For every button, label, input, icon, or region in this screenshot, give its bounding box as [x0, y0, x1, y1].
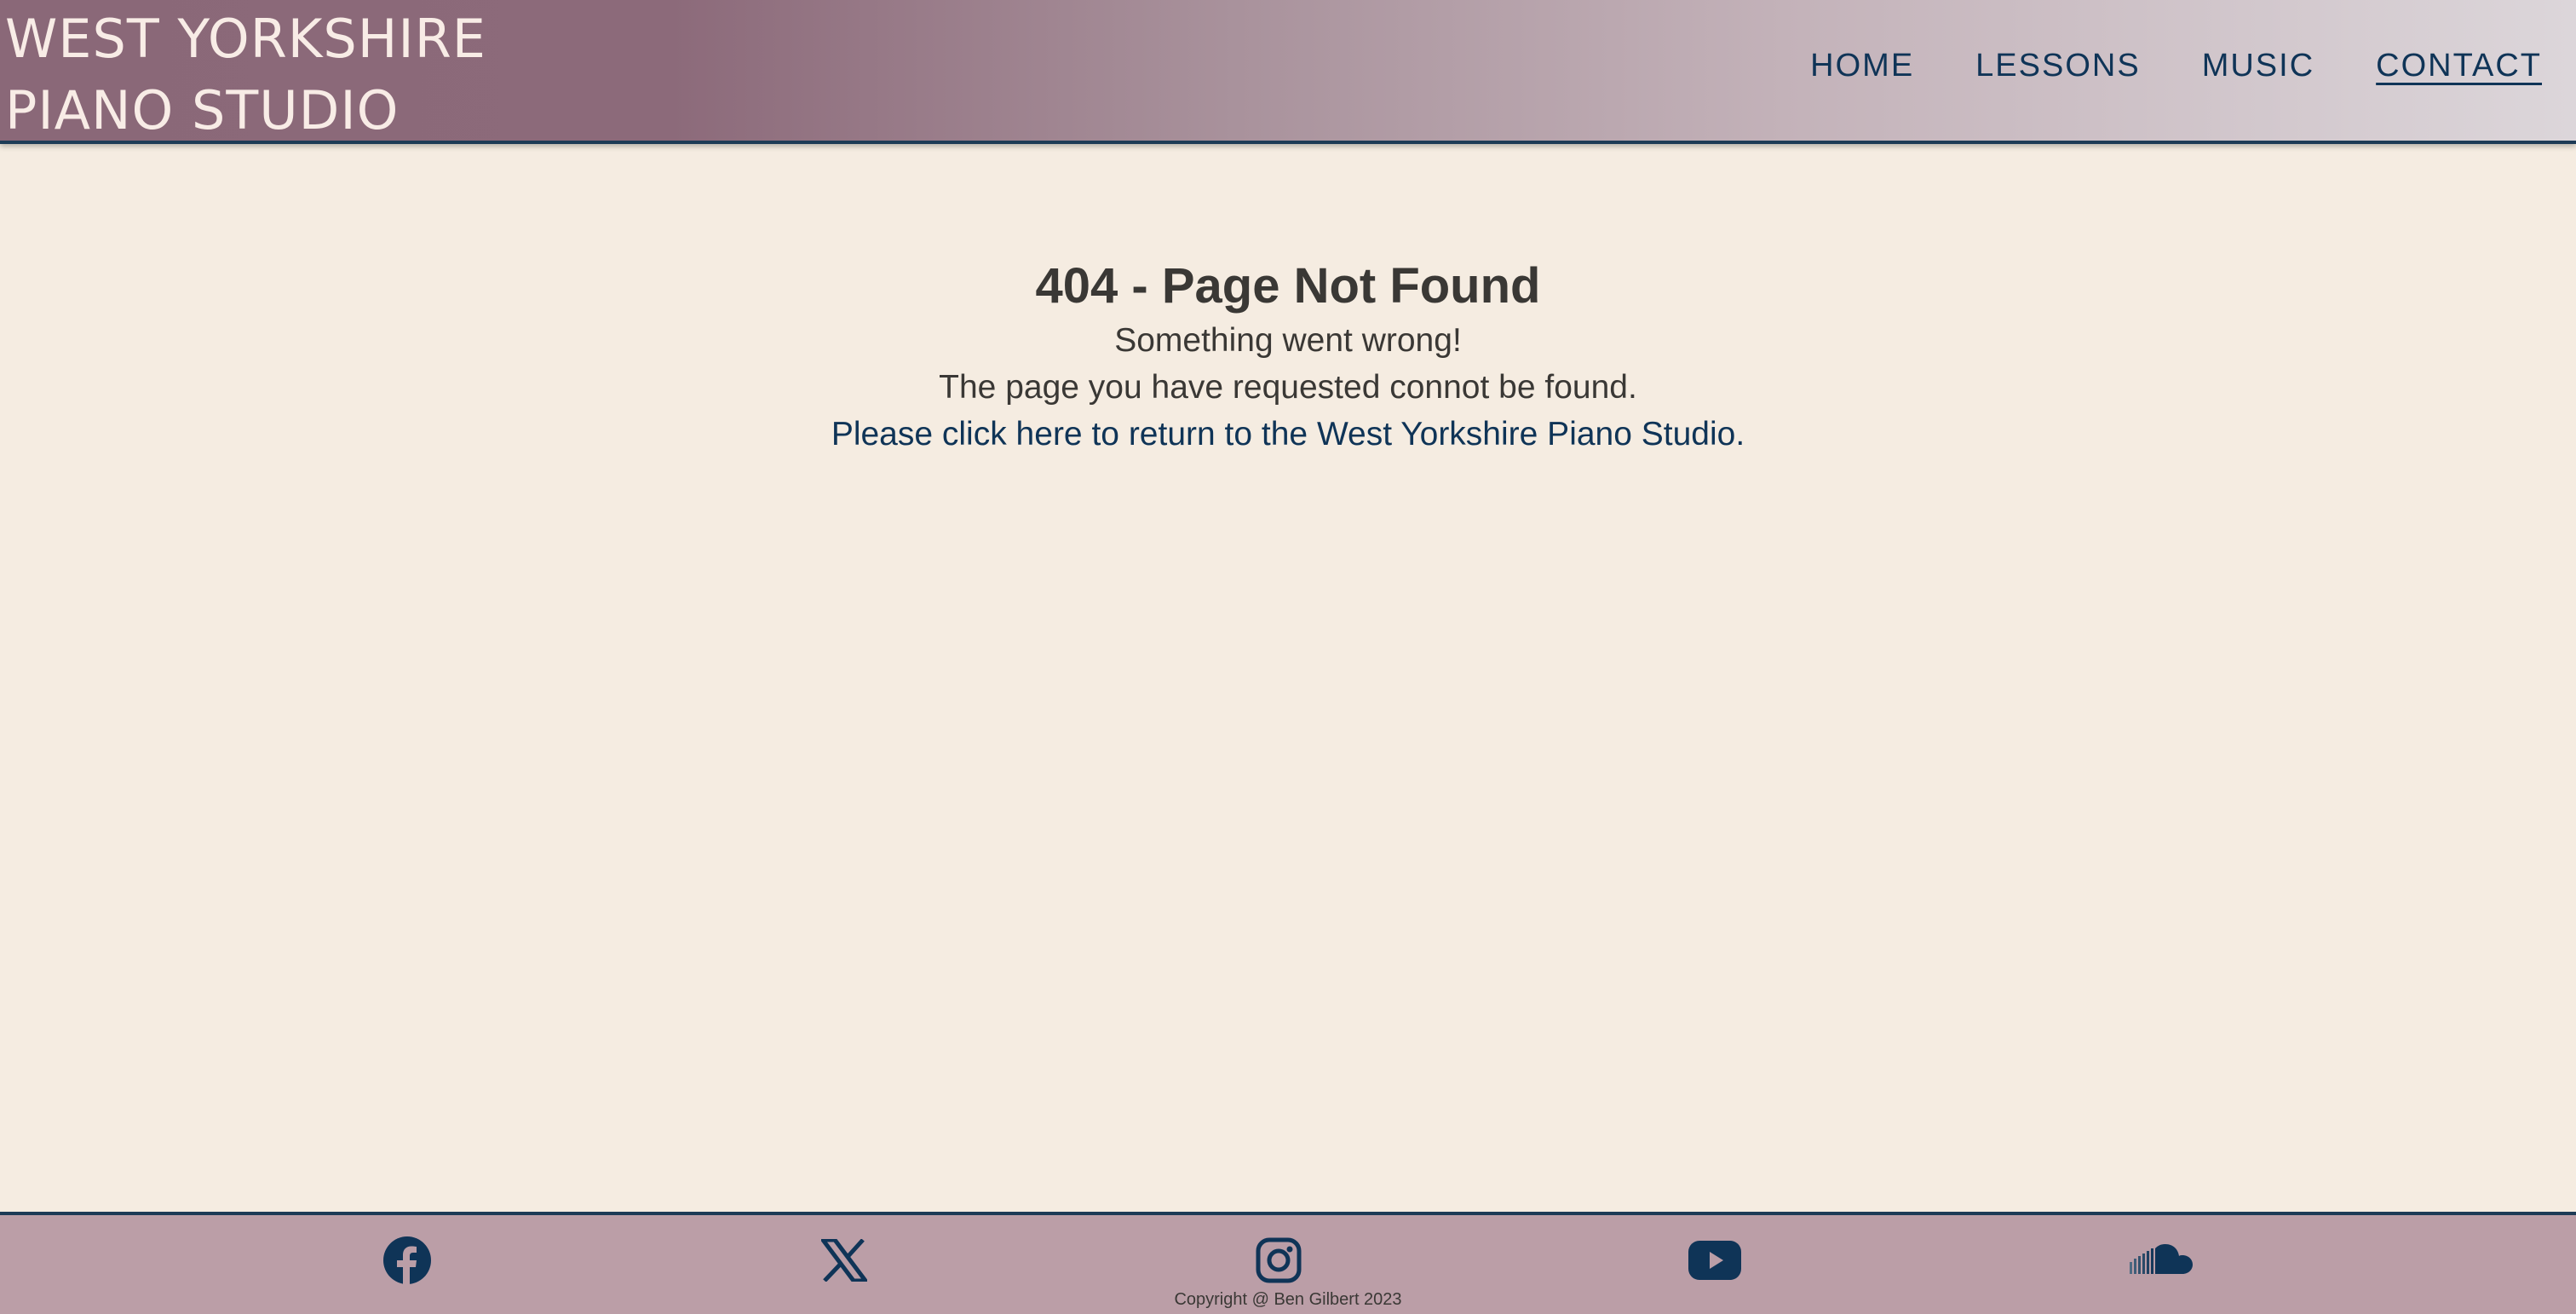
main-nav: HOME LESSONS MUSIC CONTACT: [1749, 48, 2542, 84]
youtube-icon[interactable]: [1688, 1234, 1741, 1287]
page-title: 404 - Page Not Found: [1035, 258, 1541, 314]
nav-music[interactable]: MUSIC: [2202, 48, 2314, 84]
nav-lessons[interactable]: LESSONS: [1975, 48, 2141, 84]
site-logo[interactable]: WEST YORKSHIRE PIANO STUDIO: [5, 3, 486, 147]
nav-home[interactable]: HOME: [1810, 48, 1914, 84]
x-icon[interactable]: [818, 1234, 871, 1287]
error-message: Something went wrong!: [1114, 322, 1462, 359]
error-content: 404 - Page Not Found Something went wron…: [0, 256, 2576, 458]
brand-line-1: WEST YORKSHIRE: [5, 8, 486, 70]
soundcloud-icon[interactable]: [2130, 1234, 2194, 1287]
instagram-icon[interactable]: [1252, 1234, 1305, 1287]
facebook-icon[interactable]: [381, 1234, 434, 1287]
error-detail: The page you have requested connot be fo…: [939, 369, 1637, 406]
nav-contact[interactable]: CONTACT: [2376, 48, 2542, 84]
brand-line-2: PIANO STUDIO: [5, 79, 400, 141]
return-home-link[interactable]: Please click here to return to the West …: [831, 411, 1745, 458]
site-footer: Copyright @ Ben Gilbert 2023: [0, 1212, 2576, 1314]
site-header: WEST YORKSHIRE PIANO STUDIO HOME LESSONS…: [0, 0, 2576, 144]
copyright: Copyright @ Ben Gilbert 2023: [1174, 1290, 1402, 1309]
